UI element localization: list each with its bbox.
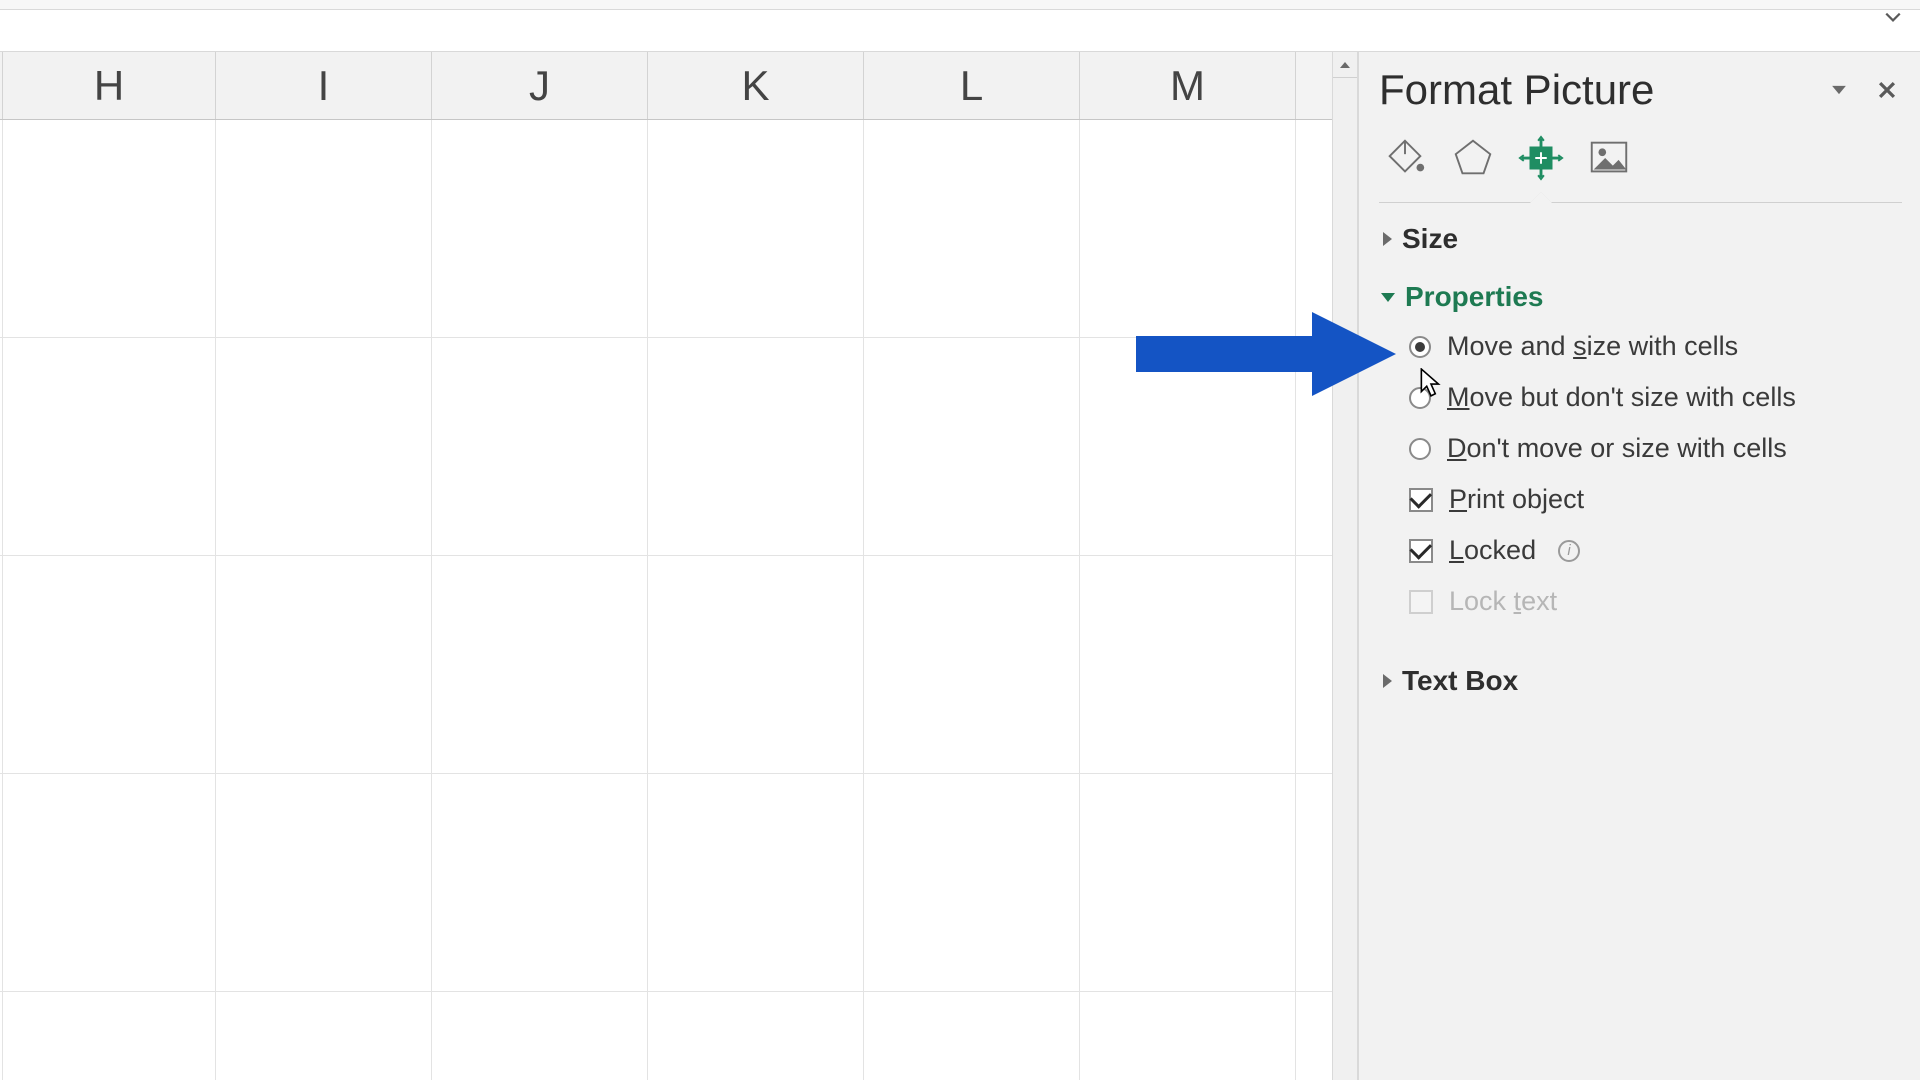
close-pane-button[interactable] [1876, 79, 1898, 101]
pentagon-icon [1450, 135, 1496, 181]
radio-move_only[interactable]: Move but don't size with cells [1409, 382, 1902, 413]
section-label-size: Size [1402, 223, 1458, 255]
checkbox-label: Print object [1449, 484, 1584, 515]
cell[interactable] [648, 338, 864, 555]
cell[interactable] [3, 774, 216, 991]
formula-bar-region [0, 10, 1920, 52]
triangle-down-icon [1381, 293, 1395, 302]
checkbox-print[interactable]: Print object [1409, 484, 1902, 515]
cell[interactable] [1080, 774, 1296, 991]
cell[interactable] [864, 120, 1080, 337]
cell[interactable] [648, 556, 864, 773]
cell[interactable] [3, 992, 216, 1080]
cell[interactable] [864, 992, 1080, 1080]
cell[interactable] [3, 338, 216, 555]
column-header-k[interactable]: K [648, 52, 864, 119]
radio-label: Move but don't size with cells [1447, 382, 1796, 413]
section-label-textbox: Text Box [1402, 665, 1518, 697]
column-headers-row: HIJKLM [0, 52, 1332, 120]
column-header-i[interactable]: I [216, 52, 432, 119]
tab-effects[interactable] [1447, 132, 1499, 184]
cell[interactable] [648, 774, 864, 991]
cell[interactable] [216, 774, 432, 991]
radio-label: Don't move or size with cells [1447, 433, 1787, 464]
checkbox-input [1409, 590, 1433, 614]
tab-size-properties[interactable] [1515, 132, 1567, 184]
radio-input[interactable] [1409, 336, 1431, 358]
checkbox-input[interactable] [1409, 488, 1433, 512]
section-label-properties: Properties [1405, 281, 1544, 313]
chevron-down-icon [1884, 8, 1902, 26]
size-properties-icon [1518, 135, 1564, 181]
picture-icon [1586, 135, 1632, 181]
column-header-j[interactable]: J [432, 52, 648, 119]
triangle-up-icon [1339, 59, 1351, 71]
checkbox-locktext: Lock text [1409, 586, 1902, 617]
radio-input[interactable] [1409, 438, 1431, 460]
cell[interactable] [216, 120, 432, 337]
radio-label: Move and size with cells [1447, 331, 1738, 362]
triangle-down-icon [1828, 79, 1850, 101]
checkbox-locked[interactable]: Lockedi [1409, 535, 1902, 566]
cell[interactable] [432, 992, 648, 1080]
triangle-right-icon [1383, 674, 1392, 688]
cell[interactable] [432, 120, 648, 337]
pane-tab-row [1379, 132, 1902, 203]
tab-picture[interactable] [1583, 132, 1635, 184]
radio-move_size[interactable]: Move and size with cells [1409, 331, 1902, 362]
cell[interactable] [432, 338, 648, 555]
pane-title: Format Picture [1379, 66, 1654, 114]
paint-bucket-icon [1382, 135, 1428, 181]
cell[interactable] [432, 774, 648, 991]
cell[interactable] [864, 774, 1080, 991]
checkbox-label: Locked [1449, 535, 1536, 566]
format-picture-pane: Format Picture [1358, 52, 1920, 1080]
column-header-m[interactable]: M [1080, 52, 1296, 119]
info-icon[interactable]: i [1558, 540, 1580, 562]
checkbox-input[interactable] [1409, 539, 1433, 563]
cell[interactable] [1080, 120, 1296, 337]
cell[interactable] [648, 992, 864, 1080]
cell[interactable] [216, 338, 432, 555]
checkbox-label: Lock text [1449, 586, 1557, 617]
annotation-arrow [1136, 312, 1396, 396]
worksheet-area[interactable]: HIJKLM [0, 52, 1332, 1080]
section-header-textbox[interactable]: Text Box [1379, 659, 1902, 703]
cell[interactable] [1080, 556, 1296, 773]
column-header-l[interactable]: L [864, 52, 1080, 119]
cell[interactable] [1080, 992, 1296, 1080]
cell[interactable] [864, 338, 1080, 555]
tab-fill-line[interactable] [1379, 132, 1431, 184]
cell[interactable] [216, 556, 432, 773]
cell[interactable] [648, 120, 864, 337]
close-icon [1876, 79, 1898, 101]
properties-section-body: Move and size with cells Move but don't s… [1379, 319, 1902, 645]
cell[interactable] [216, 992, 432, 1080]
pane-options-button[interactable] [1828, 79, 1850, 101]
cell[interactable] [3, 556, 216, 773]
ribbon-strip [0, 0, 1920, 10]
scroll-up-button[interactable] [1333, 52, 1357, 78]
cell[interactable] [3, 120, 216, 337]
cell-grid[interactable] [0, 120, 1332, 1080]
mouse-cursor [1420, 368, 1442, 398]
section-header-properties[interactable]: Properties [1379, 275, 1902, 319]
collapse-ribbon-button[interactable] [1872, 0, 1914, 34]
section-header-size[interactable]: Size [1379, 217, 1902, 261]
triangle-right-icon [1383, 232, 1392, 246]
column-header-h[interactable]: H [3, 52, 216, 119]
radio-dont_move[interactable]: Don't move or size with cells [1409, 433, 1902, 464]
cell[interactable] [432, 556, 648, 773]
cell[interactable] [864, 556, 1080, 773]
vertical-scrollbar[interactable] [1332, 52, 1358, 1080]
pane-header: Format Picture [1379, 66, 1902, 114]
